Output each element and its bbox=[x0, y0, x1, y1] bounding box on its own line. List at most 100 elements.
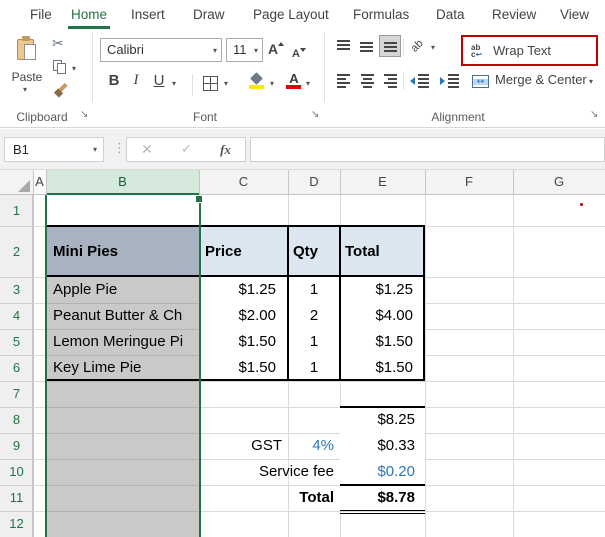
row-header-3[interactable]: 3 bbox=[0, 277, 33, 303]
merge-center-button[interactable]: Merge & Center bbox=[495, 69, 587, 91]
cell-E3[interactable]: $1.25 bbox=[340, 277, 425, 303]
increase-indent-button[interactable] bbox=[440, 71, 466, 91]
cell-C6[interactable]: $1.50 bbox=[200, 355, 288, 381]
align-bottom-button[interactable] bbox=[379, 35, 401, 57]
bold-button[interactable]: B bbox=[105, 72, 123, 89]
align-left-button[interactable] bbox=[333, 70, 355, 92]
cell-C5[interactable]: $1.50 bbox=[200, 329, 288, 355]
column-header-B[interactable]: B bbox=[46, 170, 199, 195]
cell-E9-gst-amount[interactable]: $0.33 bbox=[340, 433, 425, 459]
orientation-dropdown-icon[interactable]: ▾ bbox=[431, 43, 435, 52]
font-size-dropdown-icon[interactable]: ▾ bbox=[254, 47, 258, 55]
format-painter-button[interactable] bbox=[53, 82, 68, 98]
cell-D5[interactable]: 1 bbox=[288, 329, 340, 355]
column-header-C[interactable]: C bbox=[199, 170, 288, 194]
tab-draw[interactable]: Draw bbox=[193, 4, 225, 26]
font-size-combo[interactable]: 11 ▾ bbox=[226, 38, 263, 62]
cell-E11-total-amount[interactable]: $8.78 bbox=[340, 485, 425, 511]
cell-D9-gst-rate[interactable]: 4% bbox=[288, 433, 340, 459]
column-header-G[interactable]: G bbox=[513, 170, 605, 194]
column-header-D[interactable]: D bbox=[288, 170, 340, 194]
tab-data[interactable]: Data bbox=[436, 4, 465, 26]
cell-E8-subtotal[interactable]: $8.25 bbox=[340, 407, 425, 433]
alignment-dialog-launcher[interactable]: ↘ bbox=[590, 109, 598, 121]
cell-B5[interactable]: Lemon Meringue Pi bbox=[46, 329, 198, 355]
fill-handle[interactable] bbox=[195, 195, 203, 203]
merge-center-dropdown-icon[interactable]: ▾ bbox=[589, 77, 593, 86]
underline-button[interactable]: U bbox=[151, 72, 167, 89]
font-color-button[interactable]: A bbox=[286, 72, 302, 90]
selection-border-right[interactable] bbox=[199, 195, 201, 537]
paste-dropdown-icon[interactable]: ▾ bbox=[23, 86, 27, 94]
copy-button[interactable] bbox=[53, 60, 67, 74]
cut-button[interactable]: ✂ bbox=[52, 36, 64, 52]
tab-file[interactable]: File bbox=[30, 4, 52, 26]
cell-E4[interactable]: $4.00 bbox=[340, 303, 425, 329]
row-header-6[interactable]: 6 bbox=[0, 355, 33, 381]
font-color-dropdown-icon[interactable]: ▾ bbox=[306, 79, 310, 88]
clipboard-dialog-launcher[interactable]: ↘ bbox=[80, 109, 88, 121]
cell-C2[interactable]: Price bbox=[202, 226, 286, 277]
align-middle-button[interactable] bbox=[356, 36, 378, 58]
italic-button[interactable]: I bbox=[129, 72, 143, 89]
select-all-corner[interactable] bbox=[0, 170, 33, 194]
grow-font-button[interactable]: A bbox=[268, 41, 285, 58]
cell-C9-gst-label[interactable]: GST bbox=[200, 433, 288, 459]
row-header-7[interactable]: 7 bbox=[0, 381, 33, 407]
cell-D6[interactable]: 1 bbox=[288, 355, 340, 381]
row-header-2[interactable]: 2 bbox=[0, 226, 33, 277]
align-right-button[interactable] bbox=[379, 70, 401, 92]
cell-B6[interactable]: Key Lime Pie bbox=[46, 355, 198, 381]
cell-C3[interactable]: $1.25 bbox=[200, 277, 288, 303]
row-header-9[interactable]: 9 bbox=[0, 433, 33, 459]
row-header-5[interactable]: 5 bbox=[0, 329, 33, 355]
tab-formulas[interactable]: Formulas bbox=[353, 4, 409, 26]
align-center-button[interactable] bbox=[356, 70, 378, 92]
cell-E5[interactable]: $1.50 bbox=[340, 329, 425, 355]
name-box[interactable]: B1 ▾ bbox=[4, 137, 104, 162]
cell-E6[interactable]: $1.50 bbox=[340, 355, 425, 381]
font-name-combo[interactable]: Calibri ▾ bbox=[100, 38, 222, 62]
cell-C4[interactable]: $2.00 bbox=[200, 303, 288, 329]
underline-dropdown-icon[interactable]: ▾ bbox=[172, 79, 176, 88]
font-dialog-launcher[interactable]: ↘ bbox=[311, 109, 319, 121]
tab-review[interactable]: Review bbox=[492, 4, 536, 26]
cell-D11-total-label[interactable]: Total bbox=[200, 485, 340, 511]
cell-B2[interactable]: Mini Pies bbox=[46, 226, 199, 277]
column-header-E[interactable]: E bbox=[340, 170, 425, 194]
decrease-indent-button[interactable] bbox=[410, 71, 436, 91]
column-header-A[interactable]: A bbox=[33, 170, 46, 194]
row-header-10[interactable]: 10 bbox=[0, 459, 33, 485]
tab-insert[interactable]: Insert bbox=[131, 4, 165, 26]
cell-E10-service-amount[interactable]: $0.20 bbox=[340, 459, 425, 485]
row-header-1[interactable]: 1 bbox=[0, 195, 33, 226]
cancel-button[interactable]: ✕ bbox=[141, 141, 153, 158]
cell-D4[interactable]: 2 bbox=[288, 303, 340, 329]
column-header-F[interactable]: F bbox=[425, 170, 513, 194]
fill-color-button[interactable] bbox=[249, 72, 267, 90]
shrink-font-button[interactable]: A bbox=[292, 44, 306, 61]
row-header-12[interactable]: 12 bbox=[0, 511, 33, 537]
tab-view[interactable]: View bbox=[560, 4, 589, 26]
orientation-button[interactable]: ab bbox=[409, 37, 426, 54]
align-top-button[interactable] bbox=[333, 36, 355, 58]
paste-button[interactable]: Paste ▾ bbox=[8, 34, 46, 100]
fill-color-dropdown-icon[interactable]: ▾ bbox=[270, 79, 274, 88]
borders-button[interactable] bbox=[203, 76, 218, 91]
formula-input[interactable] bbox=[250, 137, 605, 162]
insert-function-button[interactable]: fx bbox=[220, 142, 231, 158]
row-header-11[interactable]: 11 bbox=[0, 485, 33, 511]
cell-B3[interactable]: Apple Pie bbox=[46, 277, 198, 303]
cell-B4[interactable]: Peanut Butter & Ch bbox=[46, 303, 198, 329]
borders-dropdown-icon[interactable]: ▾ bbox=[224, 79, 228, 88]
cell-E2[interactable]: Total bbox=[342, 226, 424, 277]
wrap-text-button[interactable]: ab c↩ Wrap Text bbox=[463, 43, 596, 58]
name-box-dropdown-icon[interactable]: ▾ bbox=[93, 146, 97, 154]
row-header-4[interactable]: 4 bbox=[0, 303, 33, 329]
cell-D10-service-label[interactable]: Service fee bbox=[200, 459, 340, 485]
cell-D2[interactable]: Qty bbox=[290, 226, 339, 277]
cell-D3[interactable]: 1 bbox=[288, 277, 340, 303]
copy-dropdown-icon[interactable]: ▾ bbox=[72, 64, 76, 73]
tab-page-layout[interactable]: Page Layout bbox=[253, 4, 329, 26]
font-name-dropdown-icon[interactable]: ▾ bbox=[213, 47, 217, 55]
